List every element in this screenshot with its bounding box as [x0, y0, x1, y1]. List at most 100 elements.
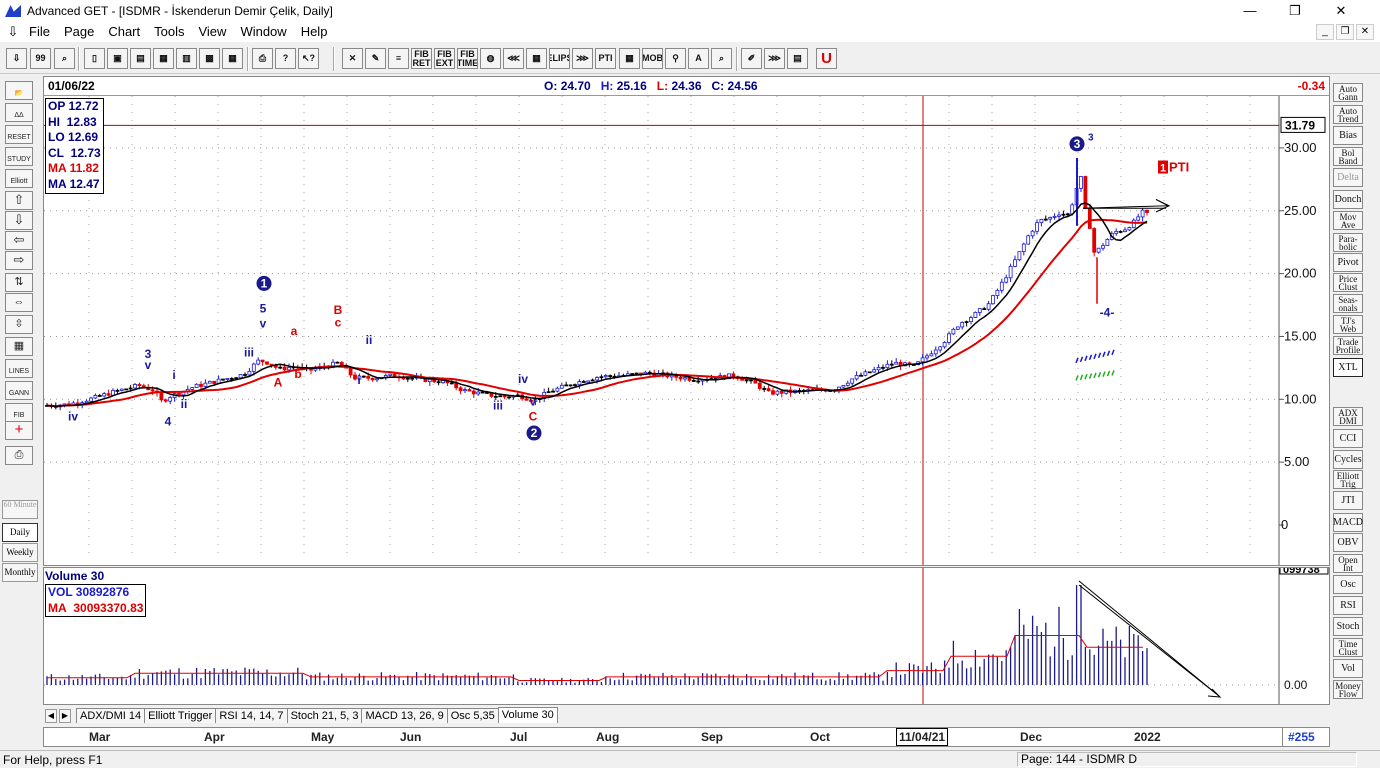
page-setup-icon[interactable]: ▤ — [130, 48, 151, 69]
compress-icon[interactable]: ⇅ — [5, 273, 33, 292]
study-bol-band-button[interactable]: Bol Band — [1333, 147, 1363, 166]
search-icon[interactable]: ⚲ — [665, 48, 686, 69]
parallel-icon[interactable]: ≡ — [388, 48, 409, 69]
system-menu-icon[interactable]: ⇩ — [4, 24, 22, 40]
study-xtl-button[interactable]: XTL — [1333, 358, 1363, 377]
ellipse-button[interactable]: ELIPS — [549, 48, 570, 69]
mob-button[interactable]: MOB — [642, 48, 663, 69]
grid2-icon[interactable]: ▦ — [222, 48, 243, 69]
up-arrow-icon[interactable]: ⇧ — [5, 191, 33, 210]
tile-icon[interactable]: ▦ — [153, 48, 174, 69]
study-jti-button[interactable]: JTI — [1333, 491, 1363, 510]
reset-button[interactable]: RESET — [5, 125, 33, 144]
menu-tools[interactable]: Tools — [147, 22, 191, 42]
undo-u-button[interactable]: U — [816, 48, 837, 69]
fib-button[interactable]: FIB — [5, 403, 33, 422]
minimize-button[interactable]: — — [1227, 0, 1273, 22]
study-pivot-button[interactable]: Pivot — [1333, 253, 1363, 272]
fib-time-button[interactable]: FIB TIME — [457, 48, 478, 69]
context-help-icon[interactable]: ↖? — [298, 48, 319, 69]
print-icon[interactable]: ⎙ — [252, 48, 273, 69]
timeframe-daily[interactable]: Daily — [2, 523, 38, 542]
crosshair-icon[interactable]: + — [5, 421, 33, 440]
lines-button[interactable]: LINES — [5, 359, 33, 378]
study-obv-button[interactable]: OBV — [1333, 533, 1363, 552]
down-arrow-icon[interactable]: ⇩ — [5, 211, 33, 230]
study-para-bolic-button[interactable]: Para-bolic — [1333, 233, 1363, 252]
help-icon[interactable]: ? — [275, 48, 296, 69]
eraser-icon[interactable]: ✐ — [741, 48, 762, 69]
tab-elliott-trigger[interactable]: Elliott Trigger — [144, 708, 217, 723]
child-restore-button[interactable]: ❐ — [1336, 24, 1354, 40]
menu-help[interactable]: Help — [294, 22, 335, 42]
grid-icon[interactable]: ▩ — [199, 48, 220, 69]
quote-icon[interactable]: 99 — [30, 48, 51, 69]
elliott-button[interactable]: Elliott — [5, 169, 33, 188]
study-elliott-trig-button[interactable]: Elliott Trig — [1333, 470, 1363, 489]
study-open-int-button[interactable]: Open Int — [1333, 554, 1363, 573]
study-vol-button[interactable]: Vol — [1333, 659, 1363, 678]
study-time-clust-button[interactable]: Time Clust — [1333, 638, 1363, 657]
tab-scroll-left-icon[interactable]: ◀ — [45, 709, 57, 723]
study-mov-ave-button[interactable]: Mov Ave — [1333, 211, 1363, 230]
text-tool-button[interactable]: A — [688, 48, 709, 69]
tab-osc[interactable]: Osc 5,35 — [446, 708, 499, 723]
timeframe-monthly[interactable]: Monthly — [2, 563, 38, 582]
tab-volume[interactable]: Volume 30 — [497, 707, 558, 723]
close-button[interactable]: ✕ — [1318, 0, 1364, 22]
cascade-icon[interactable]: ▥ — [176, 48, 197, 69]
menu-page[interactable]: Page — [57, 22, 101, 42]
blank-icon[interactable]: ▦ — [5, 337, 33, 356]
study-donch-button[interactable]: Donch — [1333, 190, 1363, 209]
volume-panel[interactable]: 0.00 099738 Volume 30 VOL 30892876 MA 300… — [43, 567, 1330, 705]
expand-icon[interactable]: ⇔ — [5, 293, 33, 312]
left-arrow-icon[interactable]: ⇦ — [5, 231, 33, 250]
study-tj-s-web-button[interactable]: TJ's Web — [1333, 315, 1363, 334]
tab-stoch[interactable]: Stoch 21, 5, 3 — [286, 708, 363, 723]
tab-rsi[interactable]: RSI 14, 14, 7 — [215, 708, 288, 723]
fib-ext-button[interactable]: FIB EXT — [434, 48, 455, 69]
study-bias-button[interactable]: Bias — [1333, 126, 1363, 145]
channel-icon[interactable]: ⋙ — [764, 48, 785, 69]
report-icon[interactable]: ▤ — [787, 48, 808, 69]
copy-page-icon[interactable]: ▣ — [107, 48, 128, 69]
child-minimize-button[interactable]: _ — [1316, 24, 1334, 40]
split-icon[interactable]: ⇳ — [5, 315, 33, 334]
table-icon[interactable]: ▦ — [619, 48, 640, 69]
child-close-button[interactable]: ✕ — [1356, 24, 1374, 40]
fan-icon[interactable]: ⋘ — [503, 48, 524, 69]
study-stoch-button[interactable]: Stoch — [1333, 617, 1363, 636]
cursor-icon[interactable]: ⇩ — [6, 48, 27, 69]
print-setup-icon[interactable]: ⎙ — [5, 446, 33, 465]
grid-tool-icon[interactable]: ▦ — [526, 48, 547, 69]
study-osc-button[interactable]: Osc — [1333, 575, 1363, 594]
study-trade-profile-button[interactable]: Trade Profile — [1333, 336, 1363, 355]
gann-icon[interactable]: ΔΔ — [5, 103, 33, 122]
menu-file[interactable]: File — [22, 22, 57, 42]
menu-view[interactable]: View — [191, 22, 233, 42]
restore-button[interactable]: ❐ — [1272, 0, 1318, 22]
pencil-icon[interactable]: ✎ — [365, 48, 386, 69]
study-auto-trend-button[interactable]: Auto Trend — [1333, 105, 1363, 124]
price-chart-panel[interactable]: 01/06/22 O: 24.70 H: 25.16 L: 24.36 C: 2… — [43, 76, 1330, 566]
gann-button[interactable]: GANN — [5, 381, 33, 400]
timeframe-weekly[interactable]: Weekly — [2, 543, 38, 562]
study-money-flow-button[interactable]: Money Flow — [1333, 680, 1363, 699]
line-icon[interactable]: ✕ — [342, 48, 363, 69]
fib-circle-icon[interactable]: ◍ — [480, 48, 501, 69]
study-cycles-button[interactable]: Cycles — [1333, 450, 1363, 469]
fib-ret-button[interactable]: FIB RET — [411, 48, 432, 69]
study-cci-button[interactable]: CCI — [1333, 429, 1363, 448]
arc-icon[interactable]: ⋙ — [572, 48, 593, 69]
right-arrow-icon[interactable]: ⇨ — [5, 251, 33, 270]
tab-scroll-right-icon[interactable]: ▶ — [59, 709, 71, 723]
study-delta-button[interactable]: Delta — [1333, 168, 1363, 187]
study-button[interactable]: STUDY — [5, 147, 33, 166]
menu-chart[interactable]: Chart — [101, 22, 147, 42]
study-adx-dmi-button[interactable]: ADX DMI — [1333, 407, 1363, 426]
study-rsi-button[interactable]: RSI — [1333, 596, 1363, 615]
study-price-clust-button[interactable]: Price Clust — [1333, 273, 1363, 292]
open-icon[interactable]: 📂 — [5, 81, 33, 100]
study-auto-gann-button[interactable]: Auto Gann — [1333, 83, 1363, 102]
timeframe-60-minute[interactable]: 60 Minute — [2, 500, 38, 519]
